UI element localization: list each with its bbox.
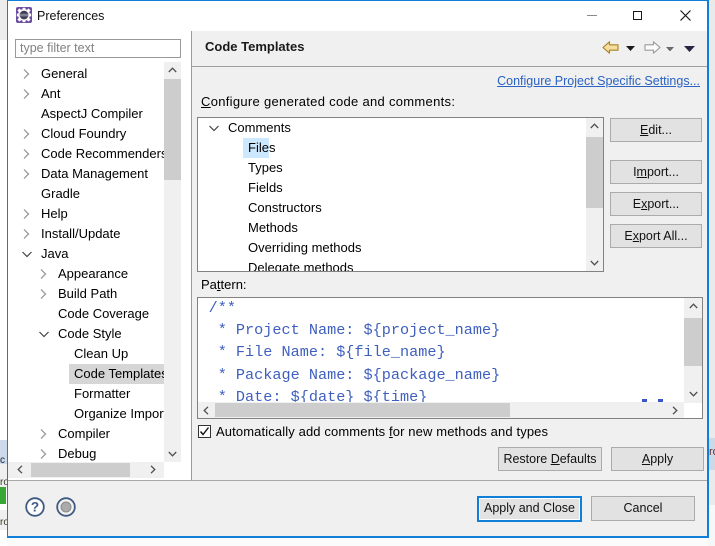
svg-text:?: ? [31,500,39,515]
